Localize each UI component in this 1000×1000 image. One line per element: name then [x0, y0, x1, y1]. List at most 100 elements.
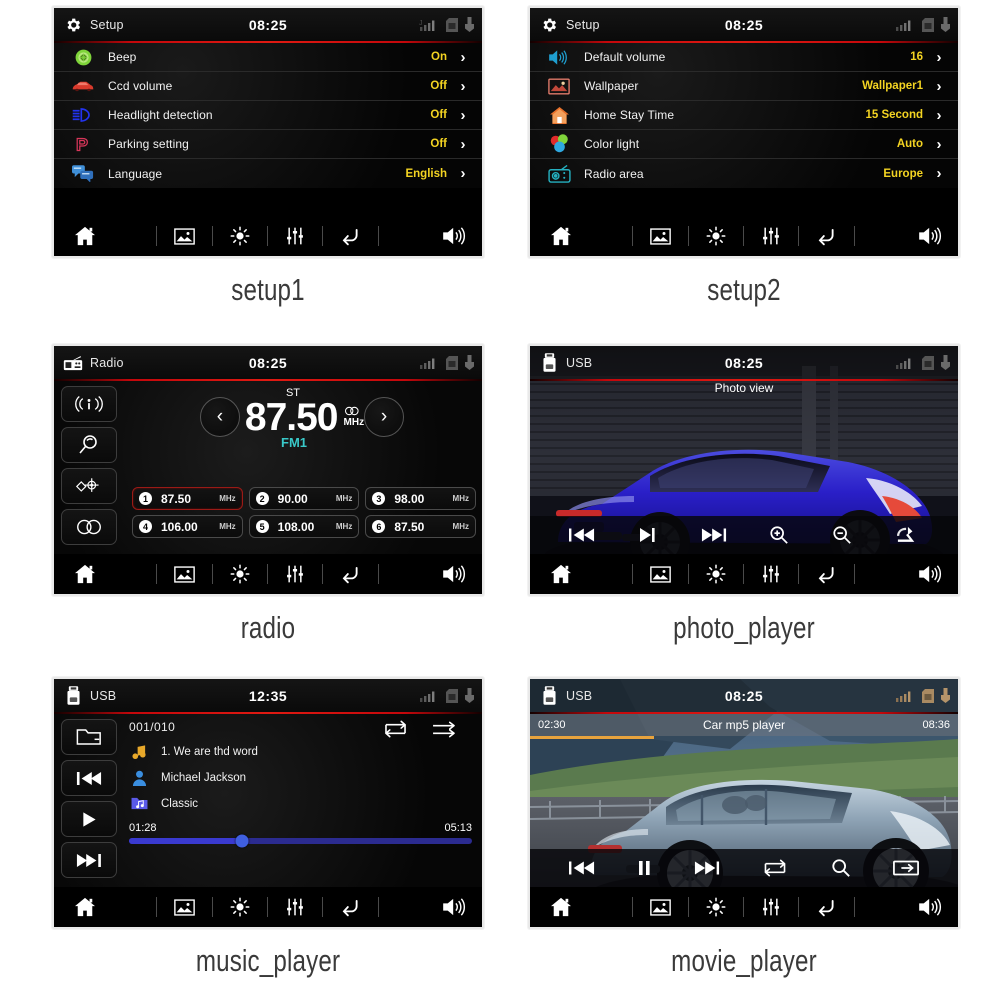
prev-station-button[interactable]: ‹: [199, 397, 240, 437]
setting-row-home-stay-time[interactable]: Home Stay Time 15 Second ›: [530, 101, 958, 130]
toolbar-middle: [102, 897, 432, 917]
home-icon[interactable]: [68, 226, 102, 246]
dx-local-icon[interactable]: [61, 468, 117, 504]
preset-frequency: 98.00: [394, 491, 425, 506]
wallpaper-icon[interactable]: [649, 565, 671, 583]
brightness-icon[interactable]: [706, 564, 726, 584]
preset-button[interactable]: 5 108.00 MHz: [248, 515, 360, 538]
setting-row-default-volume[interactable]: Default volume 16 ›: [530, 43, 958, 72]
equalizer-icon[interactable]: [761, 564, 781, 584]
back-icon[interactable]: [340, 564, 361, 584]
setting-label: Parking setting: [108, 137, 189, 151]
divider: [797, 226, 799, 246]
wallpaper-icon[interactable]: [173, 227, 195, 245]
screen-switch-icon[interactable]: [893, 859, 920, 877]
back-icon[interactable]: [816, 897, 837, 917]
stereo-icon[interactable]: [61, 509, 117, 545]
divider: [211, 897, 213, 917]
status-title: USB: [566, 355, 593, 370]
home-icon[interactable]: [544, 564, 578, 584]
movie-progress-bar[interactable]: [530, 736, 655, 739]
radio-tuner: ST ‹ 87.50 MHz › FM1: [126, 385, 478, 450]
setting-row-radio-area[interactable]: Radio area Europe ›: [530, 159, 958, 188]
repeat-icon[interactable]: [382, 719, 409, 739]
back-icon[interactable]: [816, 226, 837, 246]
time-total: 08:36: [922, 719, 950, 731]
progress-slider[interactable]: [129, 834, 472, 848]
progress-knob[interactable]: [235, 834, 249, 848]
svg-text:P: P: [75, 135, 87, 154]
prev-track-icon[interactable]: [568, 859, 595, 877]
bottom-toolbar: [530, 887, 958, 927]
zoom-in-icon[interactable]: [769, 525, 789, 545]
folder-icon[interactable]: [61, 719, 117, 755]
back-icon[interactable]: [340, 226, 361, 246]
volume-icon[interactable]: [908, 564, 944, 584]
volume-icon[interactable]: [432, 564, 468, 584]
next-track-icon[interactable]: [61, 842, 117, 878]
home-icon[interactable]: [544, 226, 578, 246]
home-icon[interactable]: [68, 897, 102, 917]
setting-row-color-light[interactable]: Color light Auto ›: [530, 130, 958, 159]
equalizer-icon[interactable]: [285, 897, 305, 917]
equalizer-icon[interactable]: [285, 564, 305, 584]
search-icon[interactable]: [831, 858, 851, 878]
setting-row-parking-setting[interactable]: P Parking setting Off ›: [54, 130, 482, 159]
setting-row-beep[interactable]: Beep On ›: [54, 43, 482, 72]
status-icons: J: [419, 17, 474, 32]
brightness-icon[interactable]: [230, 897, 250, 917]
divider: [797, 564, 799, 584]
repeat-icon[interactable]: [761, 858, 789, 878]
wallpaper-icon[interactable]: [649, 898, 671, 916]
setting-value: Off: [430, 138, 447, 150]
accent-divider: [530, 712, 958, 714]
setting-row-headlight-detection[interactable]: Headlight detection Off ›: [54, 101, 482, 130]
next-track-icon[interactable]: [694, 859, 720, 877]
pause-icon[interactable]: [637, 859, 652, 877]
preset-frequency: 108.00: [277, 519, 315, 534]
setting-row-ccd-volume[interactable]: Ccd volume Off ›: [54, 72, 482, 101]
brightness-icon[interactable]: [706, 897, 726, 917]
wallpaper-icon[interactable]: [173, 565, 195, 583]
preset-button[interactable]: 3 98.00 MHz: [365, 487, 476, 510]
signal-bars-icon: [419, 356, 439, 370]
radio-band: FM1: [281, 435, 307, 450]
next-track-icon[interactable]: [701, 526, 727, 544]
shuffle-icon[interactable]: [431, 719, 458, 739]
volume-icon[interactable]: [908, 226, 944, 246]
equalizer-icon[interactable]: [761, 226, 781, 246]
back-icon[interactable]: [816, 564, 837, 584]
movie-controls: [530, 849, 958, 887]
wallpaper-icon[interactable]: [173, 898, 195, 916]
toolbar-middle: [102, 564, 432, 584]
usb-icon: [465, 355, 474, 370]
preset-button[interactable]: 1 87.50 MHz: [132, 487, 243, 510]
preset-button[interactable]: 2 90.00 MHz: [248, 487, 360, 510]
home-icon[interactable]: [68, 564, 102, 584]
scan-search-icon[interactable]: [61, 427, 117, 463]
brightness-icon[interactable]: [706, 226, 726, 246]
brightness-icon[interactable]: [230, 226, 250, 246]
volume-icon[interactable]: [432, 897, 468, 917]
preset-unit: MHz: [219, 494, 236, 503]
play-pause-icon[interactable]: [638, 526, 658, 544]
rotate-icon[interactable]: [895, 525, 919, 545]
setting-row-language[interactable]: Language English ›: [54, 159, 482, 188]
play-icon[interactable]: [61, 801, 117, 837]
equalizer-icon[interactable]: [285, 226, 305, 246]
preset-button[interactable]: 4 106.00 MHz: [132, 515, 243, 538]
zoom-out-icon[interactable]: [832, 525, 852, 545]
brightness-icon[interactable]: [230, 564, 250, 584]
setting-row-wallpaper[interactable]: Wallpaper Wallpaper1 ›: [530, 72, 958, 101]
prev-track-icon[interactable]: [569, 526, 595, 544]
equalizer-icon[interactable]: [761, 897, 781, 917]
next-station-button[interactable]: ›: [364, 397, 405, 437]
preset-button[interactable]: 6 87.50 MHz: [365, 515, 476, 538]
volume-icon[interactable]: [908, 897, 944, 917]
home-icon[interactable]: [544, 897, 578, 917]
wallpaper-icon[interactable]: [649, 227, 671, 245]
back-icon[interactable]: [340, 897, 361, 917]
prev-track-icon[interactable]: [61, 760, 117, 796]
volume-icon[interactable]: [432, 226, 468, 246]
preset-frequency: 87.50: [161, 491, 192, 506]
